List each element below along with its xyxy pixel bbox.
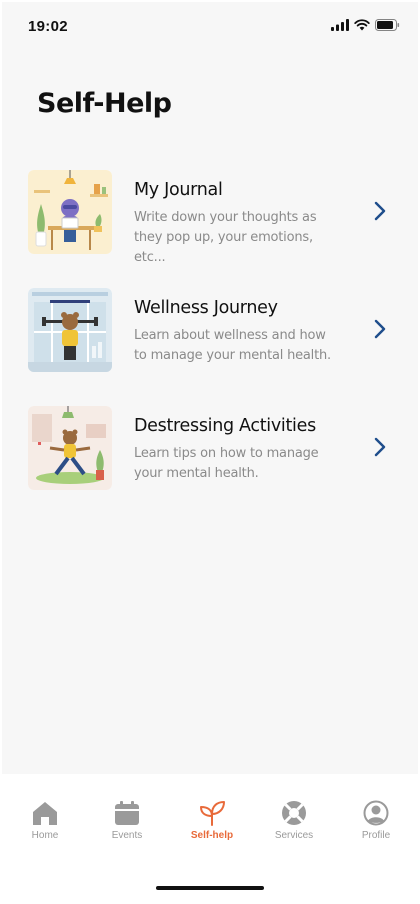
sprout-icon bbox=[200, 801, 225, 826]
status-bar: 19:02 bbox=[2, 2, 418, 50]
tab-label: Services bbox=[274, 830, 314, 841]
journal-illustration bbox=[28, 170, 112, 254]
chevron-right-icon[interactable] bbox=[372, 318, 388, 340]
card-title: Wellness Journey bbox=[134, 298, 278, 318]
status-time: 19:02 bbox=[28, 18, 68, 35]
tab-label: Profile bbox=[361, 830, 391, 841]
wifi-icon bbox=[354, 19, 370, 31]
tab-label: Home bbox=[31, 830, 59, 841]
tab-events[interactable]: Events bbox=[96, 800, 158, 841]
tab-services[interactable]: Services bbox=[263, 800, 325, 841]
wellness-illustration bbox=[28, 288, 112, 372]
card-my-journal[interactable]: My Journal Write down your thoughts as t… bbox=[28, 170, 398, 265]
card-description: Learn tips on how to manage your mental … bbox=[134, 446, 319, 481]
bottom-tab-bar: Home Events Self-help Services Profile bbox=[2, 774, 418, 900]
card-title: Destressing Activities bbox=[134, 416, 316, 436]
profile-icon bbox=[363, 800, 389, 826]
tab-home[interactable]: Home bbox=[14, 800, 76, 841]
tab-label: Events bbox=[111, 830, 143, 841]
card-title: My Journal bbox=[134, 180, 223, 200]
tab-label: Self-help bbox=[190, 830, 234, 841]
calendar-icon bbox=[115, 801, 139, 825]
tab-self-help[interactable]: Self-help bbox=[181, 800, 243, 841]
status-icons bbox=[331, 19, 400, 31]
phone-screen: 19:02 Self-Help My Journal Write down yo… bbox=[2, 2, 418, 900]
cellular-signal-icon bbox=[331, 19, 349, 31]
card-description: Write down your thoughts as they pop up,… bbox=[134, 210, 317, 265]
lifebuoy-icon bbox=[282, 801, 306, 825]
card-description: Learn about wellness and how to manage y… bbox=[134, 328, 331, 363]
battery-icon bbox=[375, 19, 400, 31]
card-wellness-journey[interactable]: Wellness Journey Learn about wellness an… bbox=[28, 288, 398, 374]
destressing-illustration bbox=[28, 406, 112, 490]
chevron-right-icon[interactable] bbox=[372, 436, 388, 458]
page-title: Self-Help bbox=[37, 88, 172, 119]
card-destressing-activities[interactable]: Destressing Activities Learn tips on how… bbox=[28, 406, 398, 492]
chevron-right-icon[interactable] bbox=[372, 200, 388, 222]
home-icon bbox=[33, 802, 57, 825]
tab-profile[interactable]: Profile bbox=[345, 800, 407, 841]
home-indicator[interactable] bbox=[156, 886, 264, 890]
